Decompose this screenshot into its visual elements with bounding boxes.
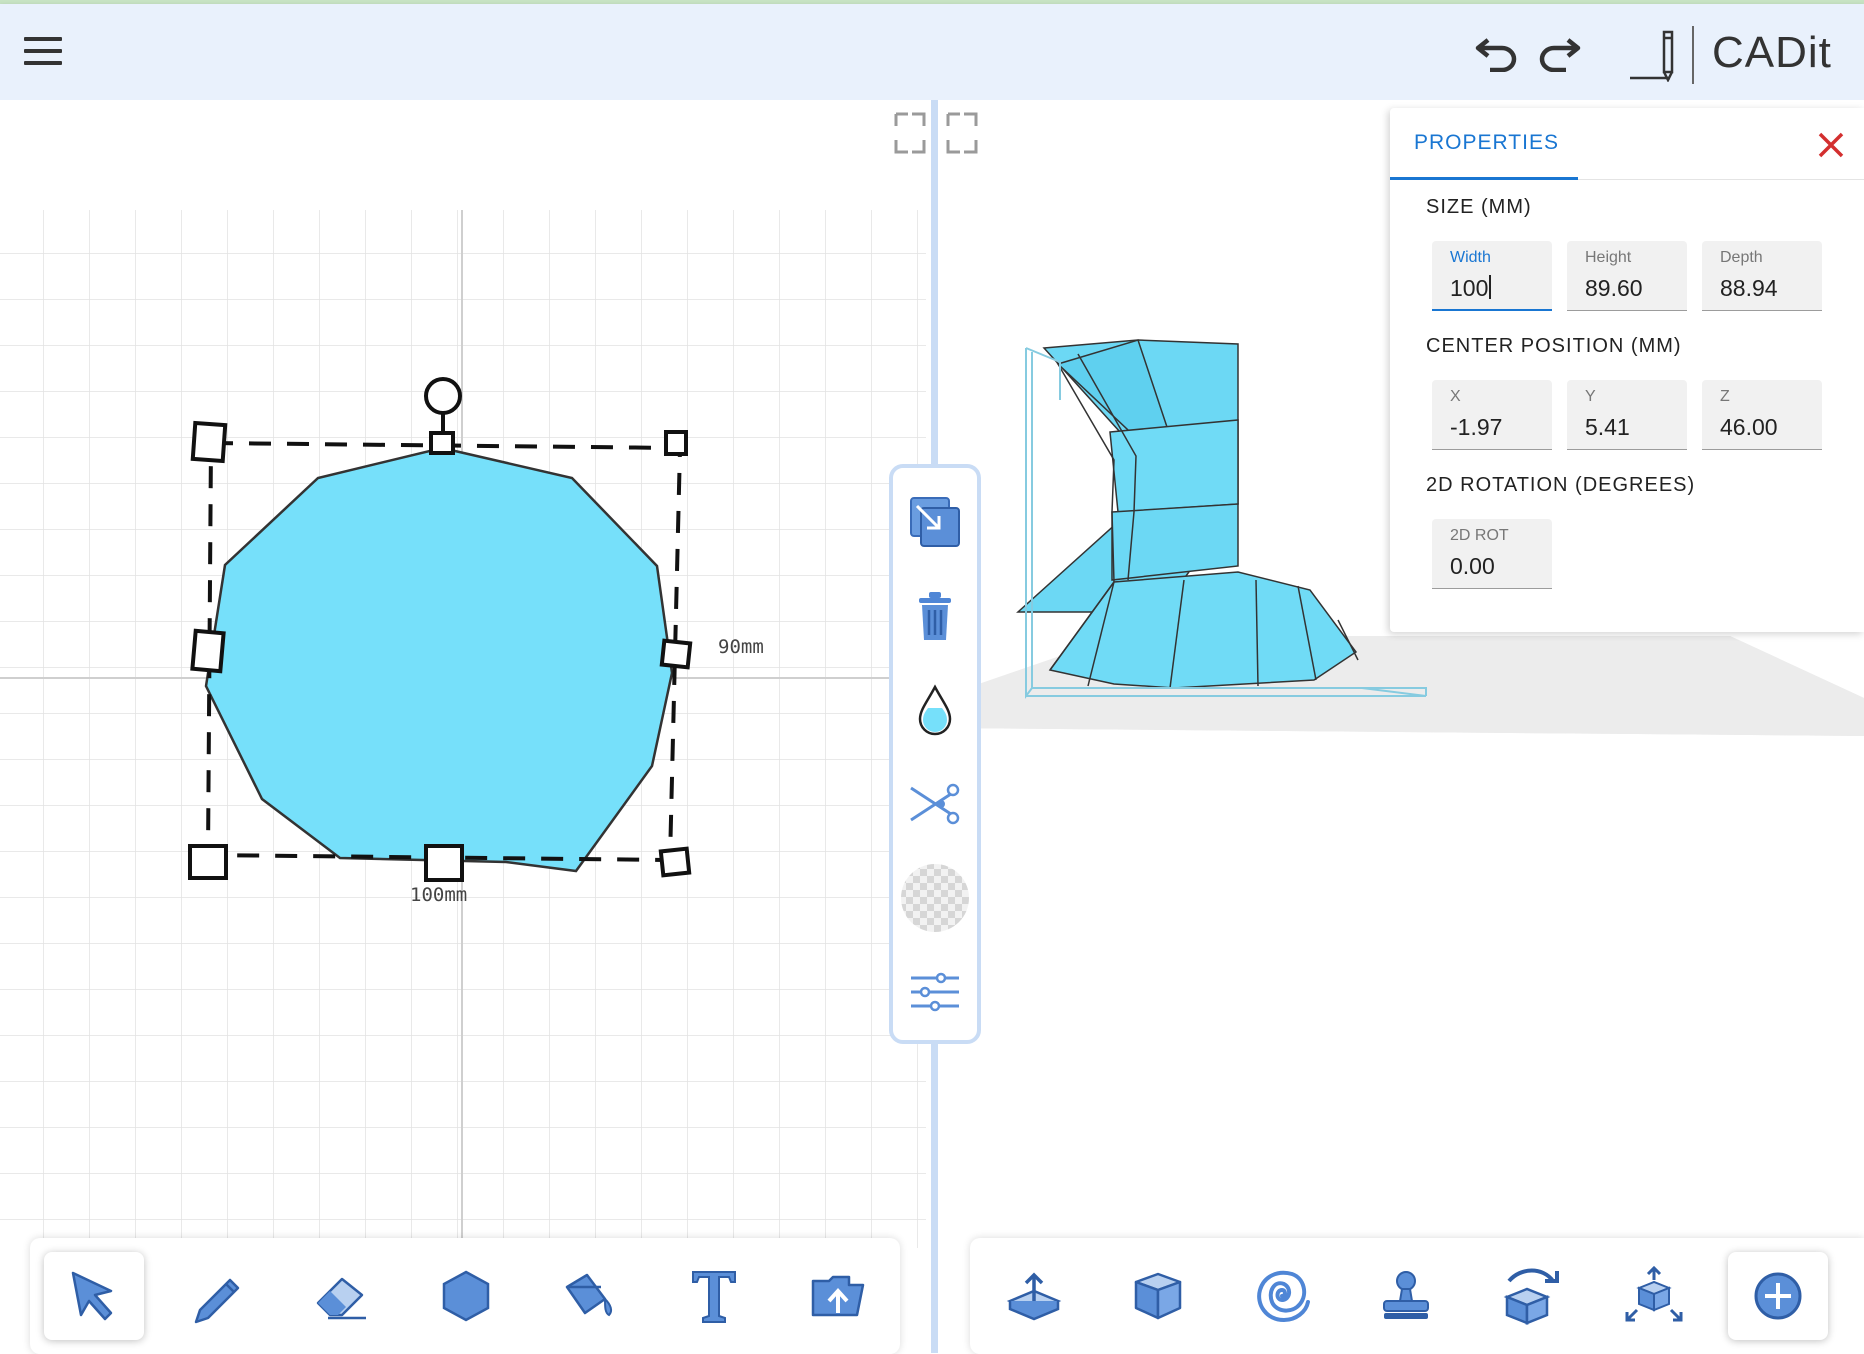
shape-tool-button[interactable] [416,1252,516,1340]
depth-field[interactable]: Depth 88.94 [1702,241,1822,311]
scissors-icon [910,783,960,825]
extrude-icon [1006,1272,1062,1321]
duplicate-icon [910,497,960,547]
resize-handle-bottom-right[interactable] [658,846,692,878]
fullscreen-left-icon[interactable] [894,112,926,154]
sliders-icon [911,972,959,1012]
properties-panel: PROPERTIES SIZE (MM) Width 100 Height 89… [1390,108,1864,632]
y-label: Y [1585,388,1596,405]
spiral-button[interactable] [1232,1252,1332,1340]
height-dimension-label: 90mm [718,636,764,658]
resize-handle-left[interactable] [190,628,226,674]
app-header: CADit [0,4,1864,100]
hamburger-menu-icon[interactable] [22,34,64,70]
add-object-button[interactable] [1728,1252,1828,1340]
x-field[interactable]: X -1.97 [1432,380,1552,450]
rotation-field[interactable]: 2D ROT 0.00 [1432,519,1552,589]
stamp-button[interactable] [1356,1252,1456,1340]
rotate-3d-button[interactable] [1480,1252,1580,1340]
fill-tool-button[interactable] [540,1252,640,1340]
pencil-line-icon[interactable] [1628,26,1678,82]
rotation-label: 2D ROT [1450,527,1509,544]
text-icon [692,1271,736,1323]
move-3d-button[interactable] [1604,1252,1704,1340]
delete-button[interactable] [893,574,977,658]
rotation-section-title: 2D ROTATION (DEGREES) [1426,474,1696,496]
add-circle-icon [1754,1272,1802,1320]
tab-underline [1578,179,1864,180]
transparency-button[interactable] [893,856,977,940]
stamp-icon [1383,1271,1429,1319]
width-dimension-label: 100mm [410,884,467,906]
spiral-icon [1257,1270,1310,1323]
resize-handle-top-right[interactable] [664,430,688,456]
center-section-title: CENTER POSITION (MM) [1426,335,1682,357]
depth-value: 88.94 [1720,275,1778,301]
z-field[interactable]: Z 46.00 [1702,380,1822,450]
z-label: Z [1720,388,1730,405]
redo-icon[interactable] [1536,32,1582,72]
height-label: Height [1585,249,1632,266]
width-label: Width [1450,249,1491,266]
move-cube-icon [1625,1266,1683,1322]
folder-upload-icon [811,1275,865,1317]
3d-toolbar [970,1238,1864,1354]
undo-icon[interactable] [1474,32,1520,72]
size-section-title: SIZE (MM) [1426,196,1532,218]
duplicate-button[interactable] [893,480,977,564]
3d-model[interactable] [1016,339,1359,689]
transparency-icon [901,864,969,932]
select-arrow-icon [71,1271,113,1321]
trash-icon [919,592,951,640]
eraser-tool-button[interactable] [292,1252,392,1340]
depth-label: Depth [1720,249,1763,266]
close-icon[interactable] [1816,130,1846,160]
color-drop-icon [918,684,952,736]
eraser-icon [316,1277,366,1320]
rotation-value: 0.00 [1450,553,1495,579]
sketch-toolbar [30,1238,900,1354]
width-field[interactable]: Width 100 [1432,241,1552,311]
z-value: 46.00 [1720,414,1778,440]
app-brand: CADit [1712,28,1832,77]
y-value: 5.41 [1585,414,1630,440]
text-caret [1489,275,1492,299]
settings-button[interactable] [893,950,977,1034]
x-label: X [1450,388,1461,405]
select-tool-button[interactable] [44,1252,144,1340]
x-value: -1.97 [1450,414,1503,440]
open-file-button[interactable] [788,1252,888,1340]
resize-handle-bottom-left[interactable] [188,844,228,880]
text-tool-button[interactable] [664,1252,764,1340]
box-icon [1134,1272,1182,1320]
resize-handle-top-left[interactable] [190,420,228,464]
tab-properties[interactable]: PROPERTIES [1390,108,1578,180]
resize-handle-bottom[interactable] [424,844,464,882]
pencil-tool-button[interactable] [168,1252,268,1340]
y-field[interactable]: Y 5.41 [1567,380,1687,450]
height-value: 89.60 [1585,275,1643,301]
height-field[interactable]: Height 89.60 [1567,241,1687,311]
brand-separator [1692,26,1694,84]
extrude-button[interactable] [984,1252,1084,1340]
resize-handle-top[interactable] [429,431,455,455]
color-button[interactable] [893,668,977,752]
resize-handle-right[interactable] [659,638,693,670]
fullscreen-right-icon[interactable] [946,112,978,154]
hexagon-icon [442,1270,490,1322]
width-value: 100 [1450,275,1489,301]
cut-button[interactable] [893,762,977,846]
sketch-canvas[interactable]: 90mm 100mm [0,100,932,1353]
pencil-icon [194,1278,240,1324]
object-toolbar [889,464,981,1044]
box-button[interactable] [1108,1252,1208,1340]
rotate-cube-icon [1503,1268,1559,1325]
paint-bucket-icon [565,1273,613,1317]
